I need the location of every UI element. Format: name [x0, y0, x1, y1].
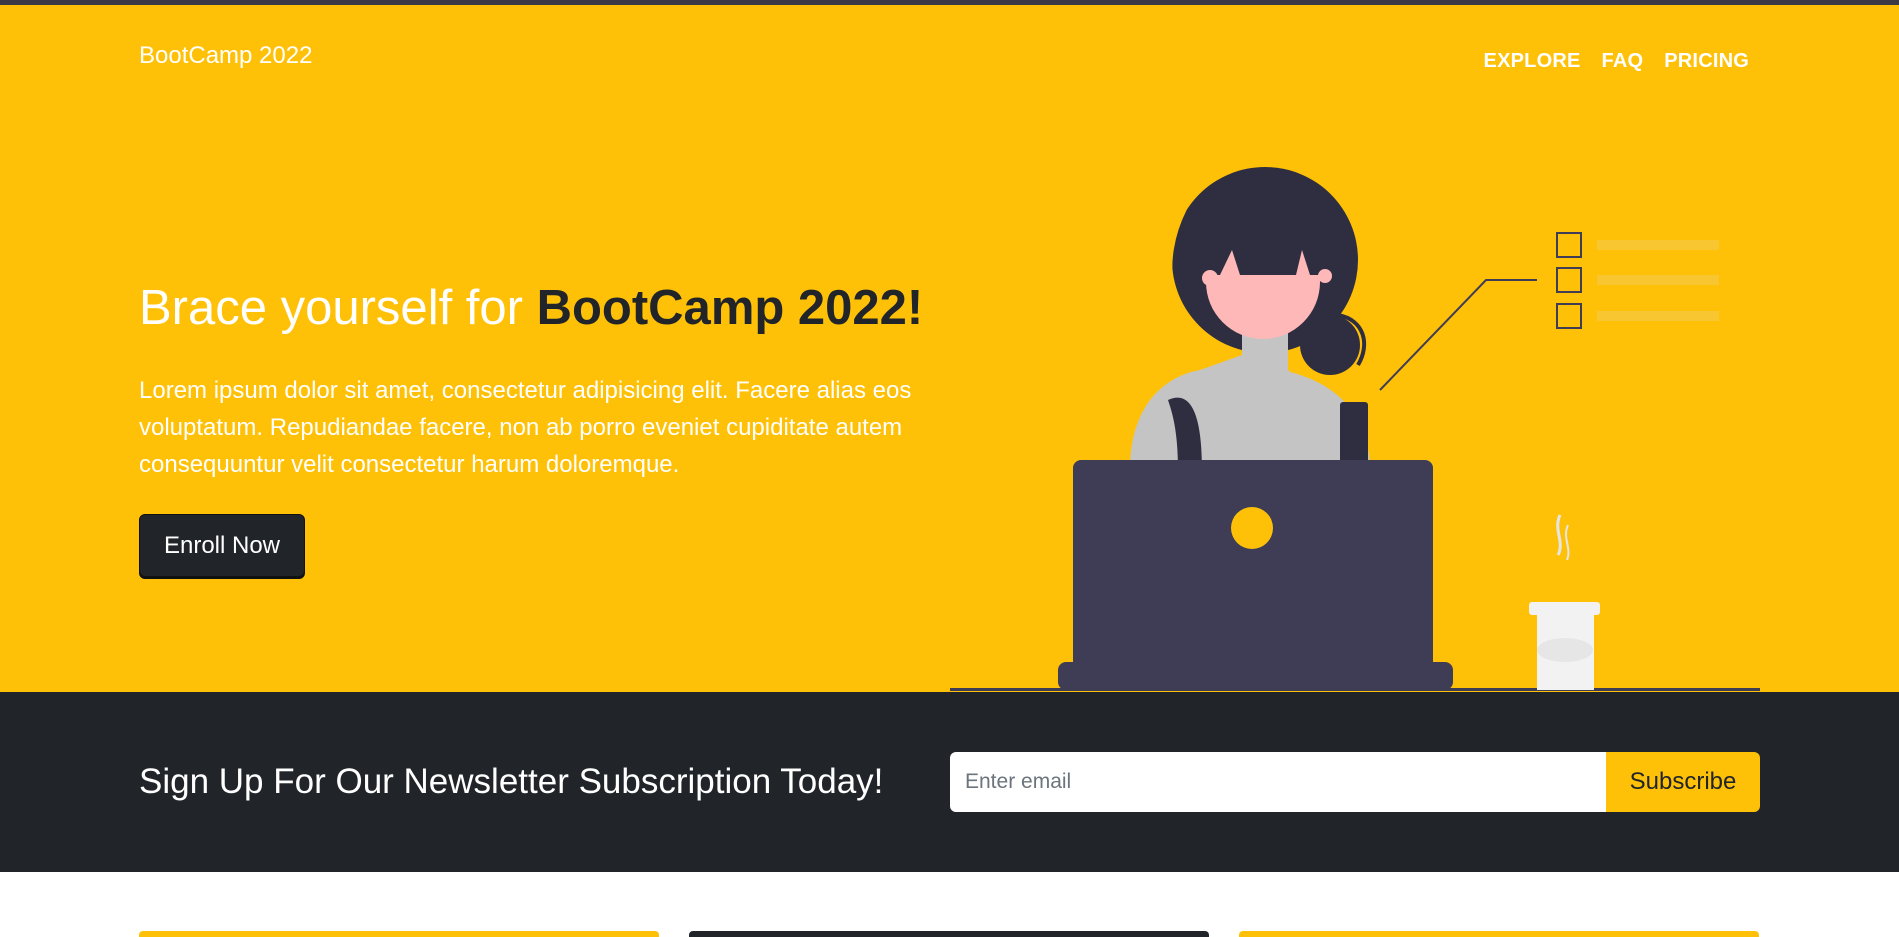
laptop-icon: [1058, 460, 1453, 690]
nav-explore[interactable]: EXPLORE: [1484, 50, 1581, 73]
hero-description: Lorem ipsum dolor sit amet, consectetur …: [139, 377, 912, 478]
card-1-top-border: [139, 931, 659, 937]
card-2-top-border: [689, 931, 1209, 937]
enroll-now-button[interactable]: Enroll Now: [139, 514, 305, 577]
newsletter-title: Sign Up For Our Newsletter Subscription …: [139, 762, 884, 801]
callout-line: [1379, 279, 1537, 391]
brand-logo[interactable]: BootCamp 2022: [139, 42, 312, 70]
hero-title-accent: BootCamp 2022!: [536, 281, 924, 335]
hero-title: Brace yourself for BootCamp 2022!: [139, 280, 923, 336]
person: [1130, 167, 1370, 472]
email-input[interactable]: [950, 752, 1606, 812]
hero-illustration: [950, 167, 1760, 691]
hair-bun: [1300, 315, 1360, 375]
checkbox-icon: [1556, 303, 1582, 329]
checklist: [1556, 232, 1719, 329]
nav-faq[interactable]: FAQ: [1602, 50, 1644, 73]
coffee-cup-icon: [1529, 514, 1600, 690]
subscribe-button[interactable]: Subscribe: [1606, 752, 1760, 812]
hero-title-plain: Brace yourself for: [139, 281, 537, 335]
checkbox-icon: [1556, 232, 1582, 258]
card-3-top-border: [1239, 931, 1759, 937]
main-nav: EXPLORE FAQ PRICING: [1484, 50, 1749, 73]
checkbox-icon: [1556, 267, 1582, 293]
laptop-logo: [1231, 507, 1273, 549]
nav-pricing[interactable]: PRICING: [1664, 50, 1749, 73]
